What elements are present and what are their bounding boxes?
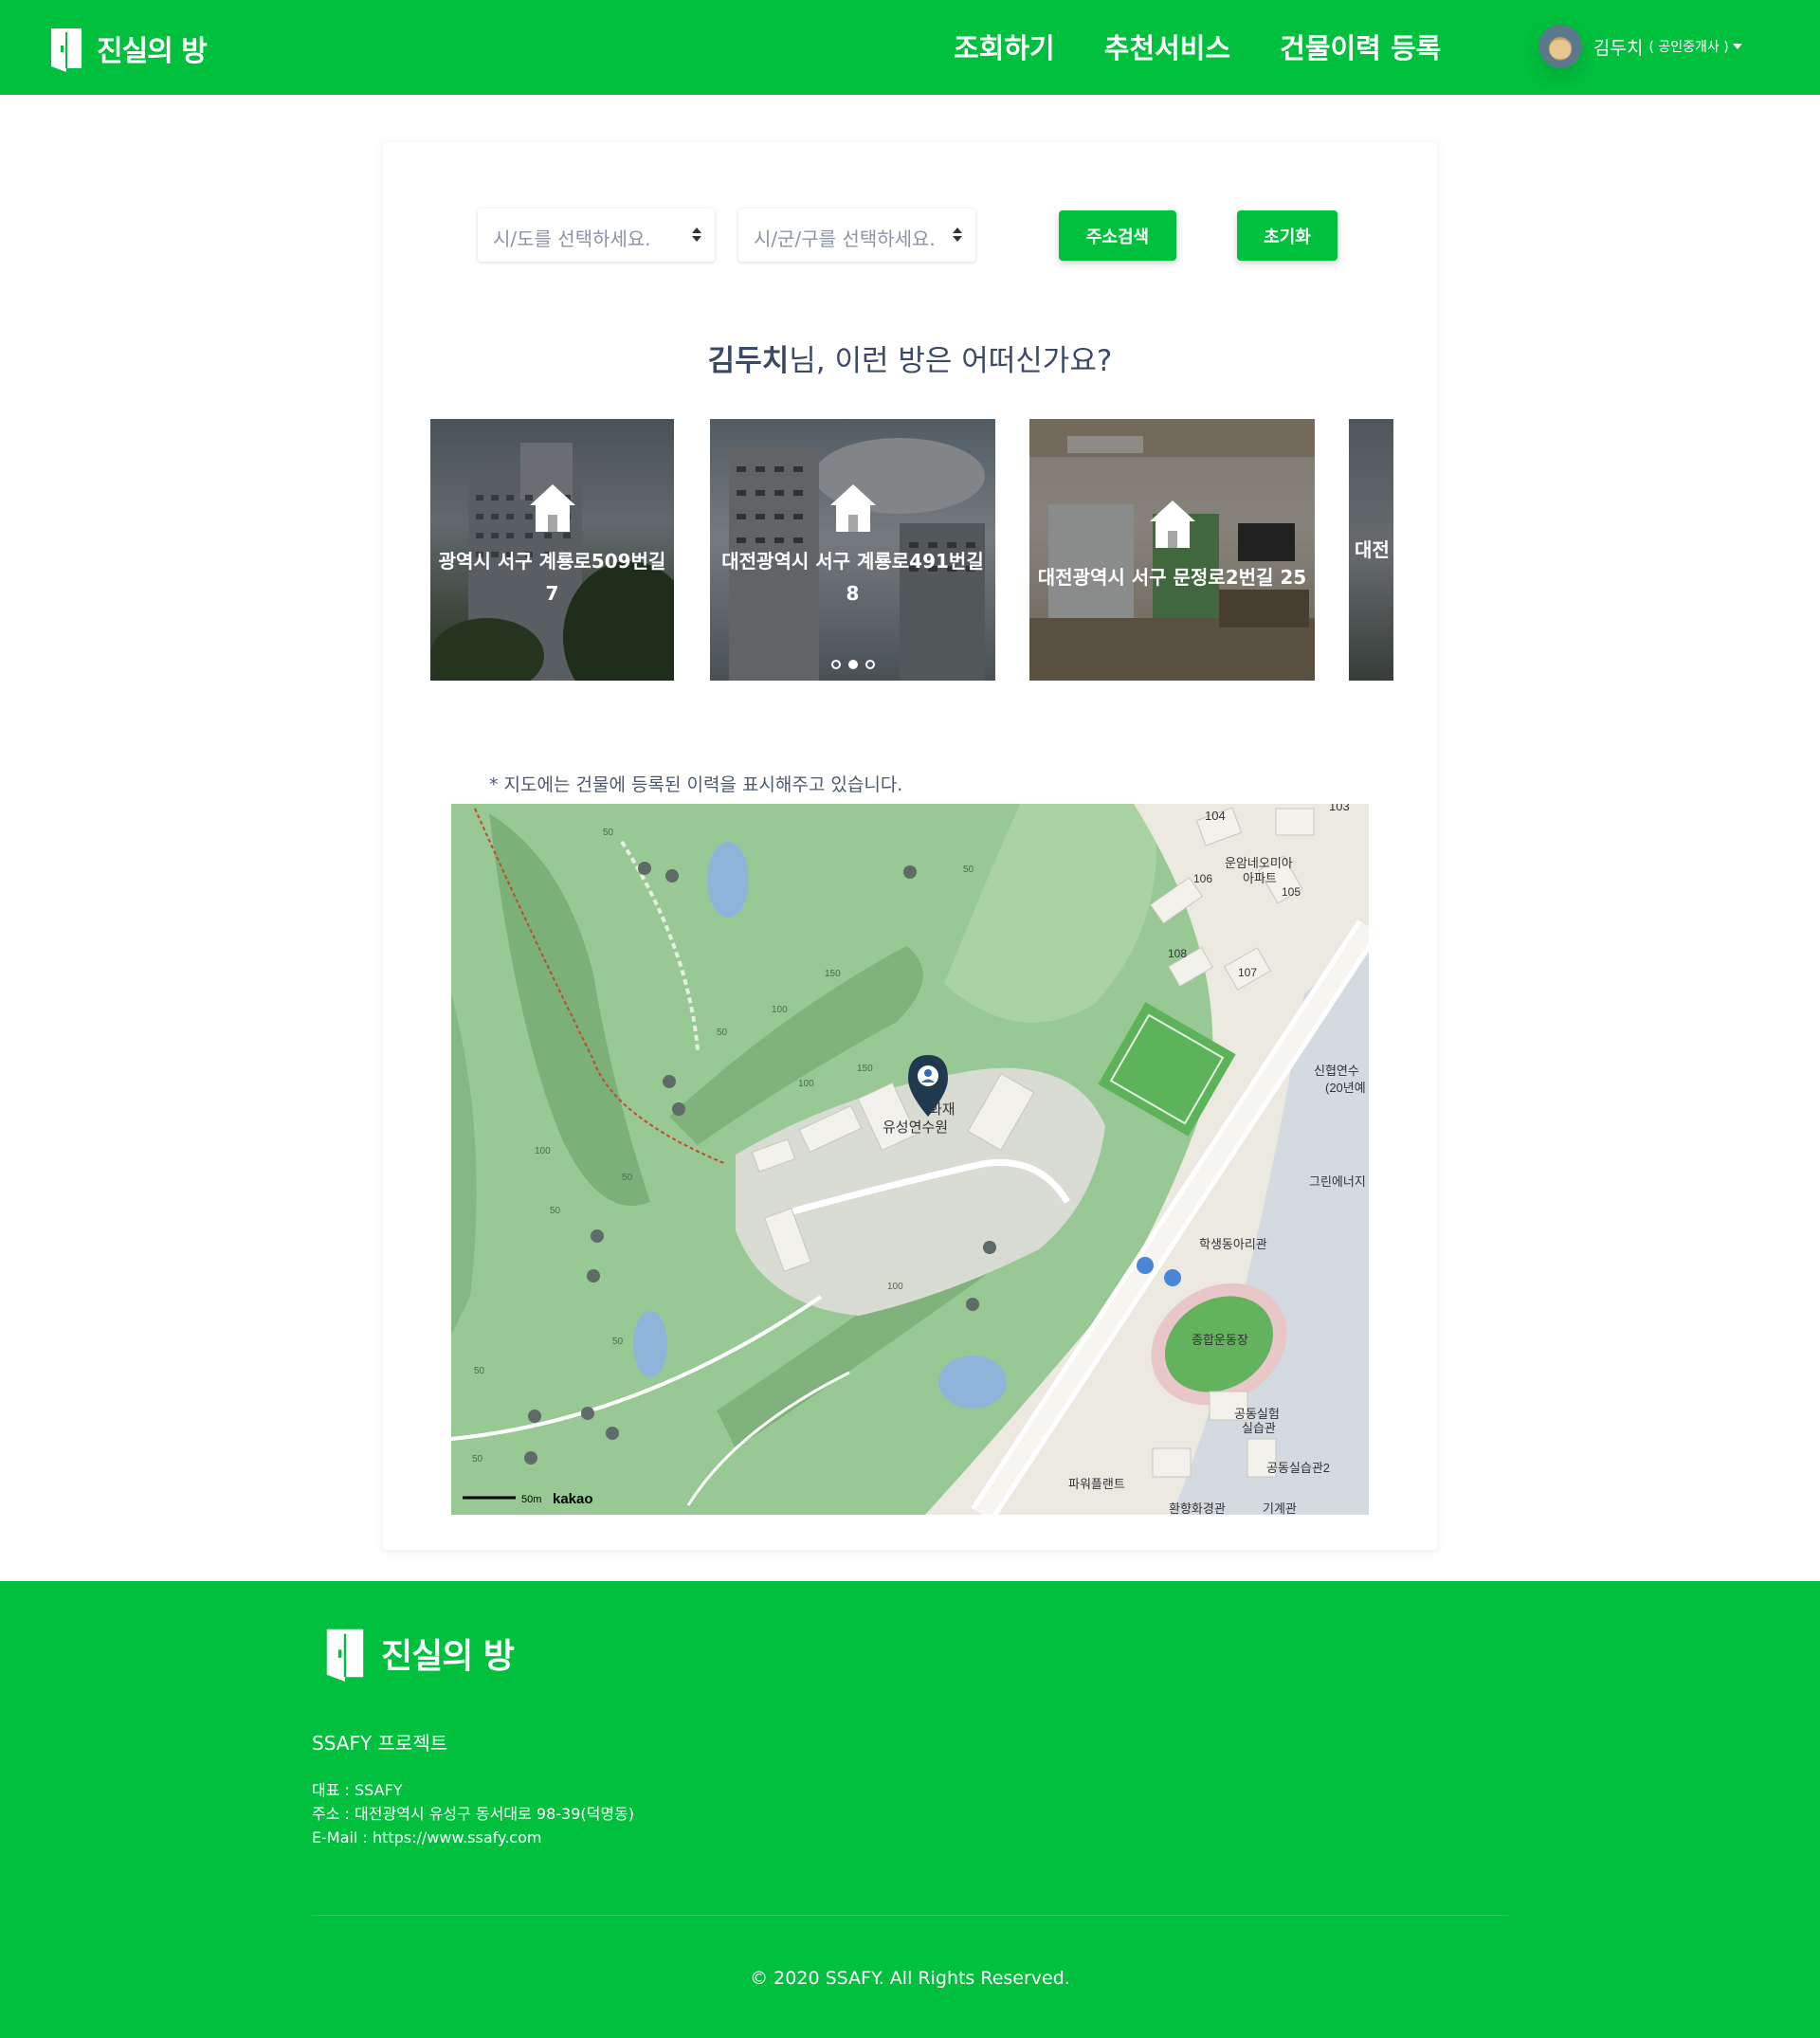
map-label: 아파트: [1243, 871, 1277, 885]
slide-address: 대전광역시 서구 문정로2번길 25: [1038, 561, 1306, 593]
footer-brand[interactable]: 진실의 방: [322, 1624, 515, 1683]
map-note: * 지도에는 건물에 등록된 이력을 표시해주고 있습니다.: [489, 774, 903, 795]
sigungu-select-placeholder: 시/군/구를 선택하세요.: [754, 227, 936, 250]
brand-logo[interactable]: 진실의 방: [47, 25, 208, 72]
map-elevation: 50: [472, 1454, 483, 1465]
user-role: ( 공인중개사 ): [1648, 40, 1729, 55]
map-elevation: 50: [717, 1028, 728, 1038]
footer-copyright: © 2020 SSAFY. All Rights Reserved.: [750, 1968, 1070, 1989]
carousel-indicators: [828, 660, 879, 669]
map-label: (20년예: [1325, 1081, 1366, 1095]
main-card: 시/도를 선택하세요. 시/군/구를 선택하세요. 주소검색 초기화 김두치님,…: [383, 142, 1437, 1550]
carousel-dot[interactable]: [864, 660, 875, 669]
footer-rep: 대표 : SSAFY: [312, 1781, 403, 1799]
nav-link-recommend[interactable]: 추천서비스: [1104, 27, 1230, 66]
select-arrows-icon: [953, 227, 962, 243]
slide-address: 대전: [1349, 534, 1390, 566]
home-icon: [1149, 500, 1195, 548]
address-search-button[interactable]: 주소검색: [1059, 210, 1176, 261]
map-elevation: 50: [550, 1206, 561, 1216]
map-elevation: 50: [612, 1337, 624, 1347]
map-elevation: 50: [603, 828, 614, 838]
recommend-carousel[interactable]: 광역시 서구 계룡로509번길 7 대전광역시 서구 계룡로491번길 8 대전…: [430, 419, 1393, 681]
carousel-slide[interactable]: 대전: [1349, 419, 1393, 681]
map-label: 108: [1168, 947, 1187, 960]
map-label: 운암네오미아: [1225, 856, 1293, 870]
carousel-dot-active[interactable]: [847, 660, 858, 669]
map-elevation: 100: [798, 1079, 814, 1089]
map-label: 실습관: [1242, 1421, 1276, 1435]
slide-overlay: [1029, 419, 1315, 681]
nav-link-search[interactable]: 조회하기: [954, 27, 1055, 66]
kakao-map[interactable]: 104 103 운암네오미아 106 아파트 105 108 107 신협연수 …: [451, 804, 1369, 1515]
map-label: 공동실험: [1234, 1407, 1280, 1421]
user-menu[interactable]: 김두치 ( 공인중개사 ): [1538, 25, 1742, 68]
map-label: 104: [1205, 809, 1226, 823]
map-scale: 50m: [521, 1494, 541, 1505]
sido-select[interactable]: 시/도를 선택하세요.: [478, 209, 715, 262]
caret-down-icon[interactable]: [1732, 44, 1742, 49]
carousel-slide[interactable]: 광역시 서구 계룡로509번길 7: [430, 419, 674, 681]
map-elevation: 100: [535, 1146, 551, 1156]
sido-select-placeholder: 시/도를 선택하세요.: [493, 227, 651, 250]
map-elevation: 50: [474, 1366, 485, 1376]
sigungu-select[interactable]: 시/군/구를 선택하세요.: [738, 209, 975, 262]
brand-name: 진실의 방: [97, 35, 208, 68]
map-label: 106: [1193, 872, 1212, 885]
map-label: 기계관: [1263, 1501, 1297, 1515]
map-label: 환향화경관: [1169, 1501, 1226, 1515]
footer-brand-name: 진실의 방: [381, 1637, 515, 1676]
slide-address-line1: 광역시 서구 계룡로509번길: [438, 550, 666, 573]
kakao-logo: kakao: [553, 1491, 593, 1507]
slide-address: 대전광역시 서구 계룡로491번길 8: [721, 545, 983, 610]
map-label: 105: [1282, 885, 1301, 899]
map-label: 학생동아리관: [1199, 1237, 1267, 1251]
footer: 진실의 방 SSAFY 프로젝트 대표 : SSAFY 주소 : 대전광역시 유…: [0, 1581, 1820, 2038]
slide-address-line1: 대전광역시 서구 계룡로491번길: [721, 550, 984, 573]
door-icon: [326, 1629, 364, 1682]
nav-links: 조회하기 추천서비스 건물이력 등록: [954, 27, 1490, 66]
footer-project: SSAFY 프로젝트: [312, 1732, 448, 1755]
map-elevation: 50: [963, 864, 974, 875]
map-label: 그린에너지: [1309, 1174, 1366, 1189]
map-elevation: 150: [825, 969, 841, 979]
navbar: 진실의 방 조회하기 추천서비스 건물이력 등록 김두치 ( 공인중개사 ): [0, 0, 1820, 95]
slide-address-line2: 8: [846, 582, 860, 605]
recommend-greeting: 김두치님, 이런 방은 어떠신가요?: [383, 337, 1437, 379]
map-label: 공동실습관2: [1266, 1461, 1330, 1475]
door-icon: [51, 28, 82, 72]
footer-address: 주소 : 대전광역시 유성구 동서대로 98-39(덕명동): [312, 1805, 635, 1823]
greeting-user-name: 김두치: [707, 344, 790, 378]
avatar[interactable]: [1538, 25, 1582, 68]
map-label: 107: [1238, 966, 1257, 979]
reset-button[interactable]: 초기화: [1237, 210, 1338, 261]
select-arrows-icon: [692, 227, 701, 243]
nav-link-register-history[interactable]: 건물이력 등록: [1280, 27, 1441, 66]
map-elevation: 50: [622, 1173, 633, 1183]
user-name: 김두치: [1593, 37, 1644, 59]
slide-address-line1: 대전광역시 서구 문정로2번길 25: [1037, 566, 1307, 589]
map-label: 유성연수원: [883, 1119, 948, 1136]
carousel-dot[interactable]: [830, 660, 841, 669]
map-label: 103: [1329, 804, 1350, 813]
slide-address-line2: 7: [545, 582, 559, 605]
home-icon: [829, 484, 876, 532]
footer-email[interactable]: E-Mail : https://www.ssafy.com: [312, 1826, 634, 1849]
footer-divider: [312, 1915, 1508, 1916]
map-elevation: 100: [887, 1282, 903, 1292]
footer-info: 대표 : SSAFY 주소 : 대전광역시 유성구 동서대로 98-39(덕명동…: [312, 1778, 634, 1849]
map-label: 파워플랜트: [1068, 1477, 1125, 1491]
map-label: 종합운동장: [1192, 1333, 1248, 1347]
greeting-text: 님, 이런 방은 어떠신가요?: [789, 344, 1113, 378]
slide-address-line1: 대전: [1355, 538, 1390, 561]
carousel-slide[interactable]: 대전광역시 서구 계룡로491번길 8: [710, 419, 995, 681]
home-icon: [529, 484, 575, 532]
map-label: 신협연수: [1314, 1064, 1359, 1078]
map-elevation: 150: [857, 1064, 873, 1074]
slide-address: 광역시 서구 계룡로509번길 7: [439, 545, 666, 610]
carousel-slide[interactable]: 대전광역시 서구 문정로2번길 25: [1029, 419, 1315, 681]
map-elevation: 100: [772, 1005, 788, 1015]
